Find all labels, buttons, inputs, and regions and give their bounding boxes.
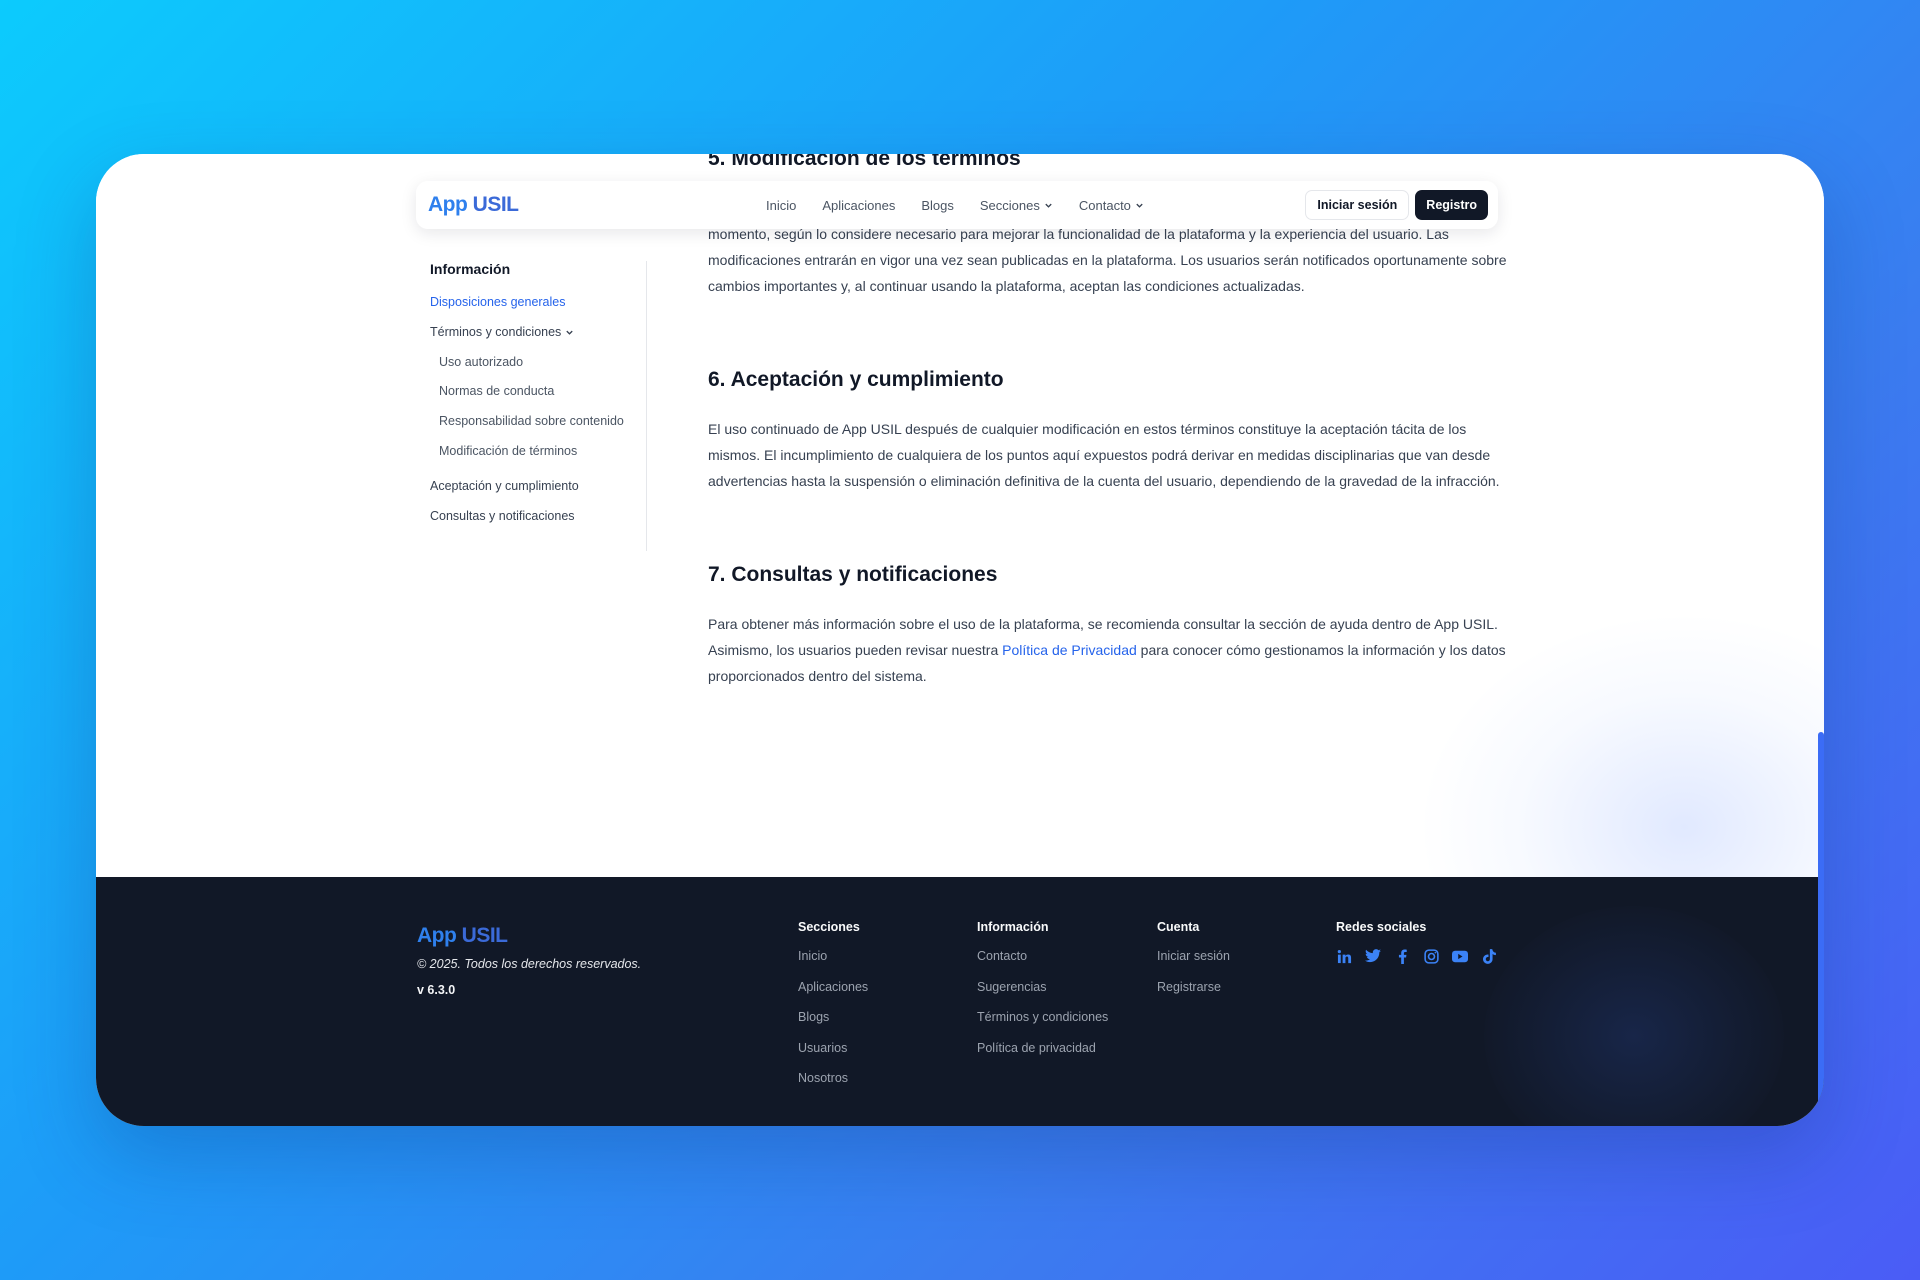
nav-secciones-dropdown[interactable]: Secciones: [980, 198, 1053, 213]
chevron-down-icon: [566, 330, 573, 335]
instagram-icon[interactable]: [1423, 948, 1439, 964]
nav-actions: Iniciar sesión Registro: [1305, 190, 1488, 220]
login-button[interactable]: Iniciar sesión: [1305, 190, 1410, 220]
privacy-policy-link[interactable]: Política de Privacidad: [1002, 642, 1137, 658]
section-6-text: El uso continuado de App USIL después de…: [708, 421, 1500, 489]
footer-link-privacidad[interactable]: Política de privacidad: [977, 1040, 1108, 1071]
footer-col-cuenta: Cuenta Iniciar sesión Registrarse: [1157, 920, 1230, 1009]
footer-col-redes: Redes sociales: [1336, 920, 1497, 964]
sidebar-nav: Información Disposiciones generales Térm…: [430, 261, 647, 551]
footer-copyright: © 2025. Todos los derechos reservados.: [417, 957, 642, 971]
footer-logo[interactable]: App USIL: [417, 924, 508, 948]
section-7-text: Para obtener más información sobre el us…: [708, 616, 1506, 684]
nav-aplicaciones[interactable]: Aplicaciones: [822, 198, 895, 213]
section-7-title: 7. Consultas y notificaciones: [708, 563, 998, 586]
chevron-down-icon: [1045, 203, 1052, 208]
nav-contacto-dropdown[interactable]: Contacto: [1079, 198, 1144, 213]
sidebar-item-modificacion[interactable]: Modificación de términos: [439, 444, 577, 458]
footer-glow: [1484, 906, 1784, 1126]
sidebar-item-terminos[interactable]: Términos y condiciones: [430, 325, 574, 339]
browser-window: 5. Modificación de los términos momento,…: [96, 154, 1824, 1126]
footer-link-sugerencias[interactable]: Sugerencias: [977, 979, 1108, 1010]
footer-link-aplicaciones[interactable]: Aplicaciones: [798, 979, 868, 1010]
footer-col-title: Secciones: [798, 920, 860, 934]
footer-link-nosotros[interactable]: Nosotros: [798, 1070, 868, 1101]
nav-inicio[interactable]: Inicio: [766, 198, 796, 213]
footer-version: v 6.3.0: [417, 983, 456, 997]
footer-col-informacion: Información Contacto Sugerencias Término…: [977, 920, 1108, 1070]
sidebar-item-consultas[interactable]: Consultas y notificaciones: [430, 509, 575, 523]
register-button[interactable]: Registro: [1415, 190, 1488, 220]
top-navbar: App USIL Inicio Aplicaciones Blogs Secci…: [416, 181, 1498, 229]
footer-link-contacto[interactable]: Contacto: [977, 948, 1108, 979]
sidebar-item-responsabilidad[interactable]: Responsabilidad sobre contenido: [439, 414, 624, 428]
footer-col-title: Redes sociales: [1336, 920, 1427, 934]
footer-link-inicio[interactable]: Inicio: [798, 948, 868, 979]
chevron-down-icon: [1136, 203, 1143, 208]
footer-col-secciones: Secciones Inicio Aplicaciones Blogs Usua…: [798, 920, 868, 1101]
facebook-icon[interactable]: [1394, 948, 1410, 964]
scrollbar[interactable]: [1818, 732, 1824, 1126]
section-6-title: 6. Aceptación y cumplimiento: [708, 368, 1004, 391]
sidebar-item-disposiciones[interactable]: Disposiciones generales: [430, 295, 566, 309]
youtube-icon[interactable]: [1452, 948, 1468, 964]
linkedin-icon[interactable]: [1336, 948, 1352, 964]
footer-link-blogs[interactable]: Blogs: [798, 1009, 868, 1040]
footer-link-registrarse[interactable]: Registrarse: [1157, 979, 1230, 1010]
brand-logo[interactable]: App USIL: [428, 193, 519, 217]
sidebar-item-normas-conducta[interactable]: Normas de conducta: [439, 384, 554, 398]
sidebar-item-uso-autorizado[interactable]: Uso autorizado: [439, 355, 523, 369]
sidebar-title: Información: [430, 261, 511, 277]
tiktok-icon[interactable]: [1481, 948, 1497, 964]
footer-link-terminos[interactable]: Términos y condiciones: [977, 1009, 1108, 1040]
social-links: [1336, 948, 1497, 964]
site-footer: App USIL © 2025. Todos los derechos rese…: [96, 877, 1824, 1126]
footer-link-iniciar-sesion[interactable]: Iniciar sesión: [1157, 948, 1230, 979]
page-content: 5. Modificación de los términos momento,…: [96, 154, 1824, 877]
section-5-text: momento, según lo considere necesario pa…: [708, 226, 1507, 294]
footer-col-title: Cuenta: [1157, 920, 1200, 934]
footer-link-usuarios[interactable]: Usuarios: [798, 1040, 868, 1071]
footer-col-title: Información: [977, 920, 1049, 934]
section-5-title: 5. Modificación de los términos: [708, 154, 1021, 170]
twitter-icon[interactable]: [1365, 948, 1381, 964]
nav-links: Inicio Aplicaciones Blogs Secciones Cont…: [766, 181, 1144, 229]
nav-blogs[interactable]: Blogs: [921, 198, 954, 213]
sidebar-item-aceptacion[interactable]: Aceptación y cumplimiento: [430, 479, 579, 493]
